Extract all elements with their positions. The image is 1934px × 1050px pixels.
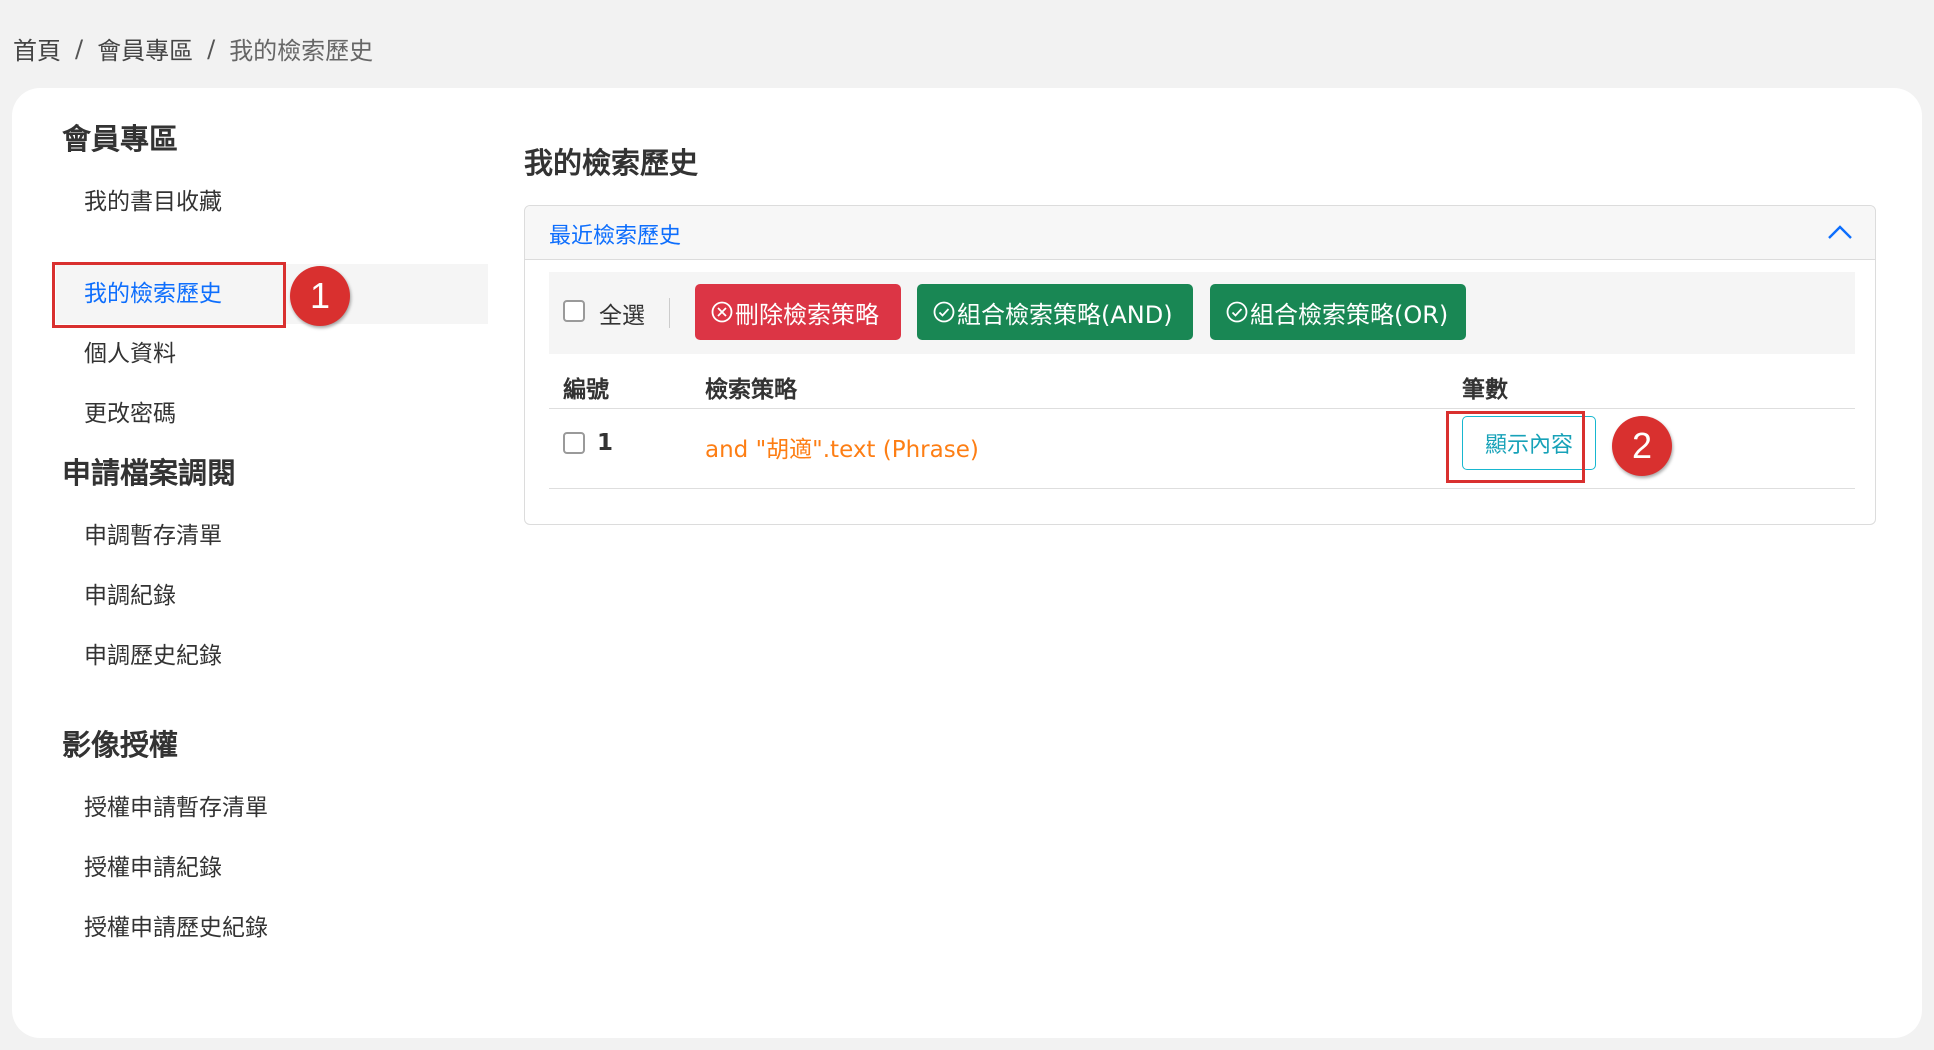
delete-strategy-label: 刪除檢索策略 xyxy=(735,300,879,329)
check-circle-icon xyxy=(933,301,955,323)
delete-strategy-button[interactable]: 刪除檢索策略 xyxy=(695,284,901,340)
x-circle-icon xyxy=(711,301,733,323)
sidebar-item-license-records[interactable]: 授權申請紀錄 xyxy=(84,848,222,888)
row-checkbox[interactable] xyxy=(563,432,585,454)
panel-header[interactable]: 最近檢索歷史 xyxy=(525,206,1875,260)
breadcrumb: 首頁 / 會員專區 / 我的檢索歷史 xyxy=(13,31,373,66)
sidebar-section-image-license: 影像授權 xyxy=(62,728,179,762)
row-strategy: and "胡適".text (Phrase) xyxy=(705,437,979,463)
panel-title[interactable]: 最近檢索歷史 xyxy=(549,218,681,250)
column-header-count: 筆數 xyxy=(1462,377,1508,403)
combine-or-button[interactable]: 組合檢索策略(OR) xyxy=(1210,284,1466,340)
annotation-highlight-box xyxy=(52,262,286,328)
chevron-up-icon[interactable] xyxy=(1827,222,1853,242)
check-circle-icon xyxy=(1226,301,1248,323)
page: 首頁 / 會員專區 / 我的檢索歷史 會員專區 我的書目收藏 我的檢索歷史 個人… xyxy=(0,0,1934,1050)
sidebar-item-bookmarks[interactable]: 我的書目收藏 xyxy=(84,182,222,222)
column-header-number: 編號 xyxy=(563,377,609,403)
toolbar-divider xyxy=(669,298,670,328)
combine-or-label: 組合檢索策略(OR) xyxy=(1250,300,1449,329)
sidebar-section-archive-request: 申請檔案調閱 xyxy=(62,456,237,490)
select-all-label[interactable]: 全選 xyxy=(599,296,645,330)
sidebar-item-request-history[interactable]: 申調歷史紀錄 xyxy=(84,636,222,676)
breadcrumb-current: 我的檢索歷史 xyxy=(229,37,374,65)
sidebar-item-profile[interactable]: 個人資料 xyxy=(84,334,176,374)
column-header-strategy: 檢索策略 xyxy=(705,377,797,403)
table-divider xyxy=(549,408,1855,409)
page-title: 我的檢索歷史 xyxy=(524,146,699,180)
sidebar-item-license-history[interactable]: 授權申請歷史紀錄 xyxy=(84,908,268,948)
annotation-badge: 2 xyxy=(1612,416,1672,476)
sidebar-item-license-cart[interactable]: 授權申請暫存清單 xyxy=(84,788,268,828)
toolbar: 全選 刪除檢索策略 組合檢索策略(AND) 組合檢索策略(OR) xyxy=(549,272,1855,354)
row-number: 1 xyxy=(597,430,614,456)
sidebar-section-member: 會員專區 xyxy=(62,122,179,156)
sidebar-item-change-password[interactable]: 更改密碼 xyxy=(84,394,176,434)
table-divider xyxy=(549,488,1855,489)
combine-and-button[interactable]: 組合檢索策略(AND) xyxy=(917,284,1193,340)
select-all-checkbox[interactable] xyxy=(563,300,585,322)
content-card: 會員專區 我的書目收藏 我的檢索歷史 個人資料 更改密碼 申請檔案調閱 申調暫存… xyxy=(12,88,1922,1038)
combine-and-label: 組合檢索策略(AND) xyxy=(957,300,1173,329)
breadcrumb-separator: / xyxy=(75,34,84,63)
sidebar-item-request-records[interactable]: 申調紀錄 xyxy=(84,576,176,616)
breadcrumb-member[interactable]: 會員專區 xyxy=(97,31,193,66)
breadcrumb-separator: / xyxy=(207,34,216,63)
breadcrumb-home[interactable]: 首頁 xyxy=(13,31,61,66)
search-history-panel: 最近檢索歷史 全選 刪除檢索策略 組合檢索策略(AND) 組合檢索策略(OR) … xyxy=(524,205,1876,525)
sidebar-item-request-cart[interactable]: 申調暫存清單 xyxy=(84,516,222,556)
annotation-highlight-box xyxy=(1446,411,1585,483)
annotation-badge: 1 xyxy=(290,266,350,326)
